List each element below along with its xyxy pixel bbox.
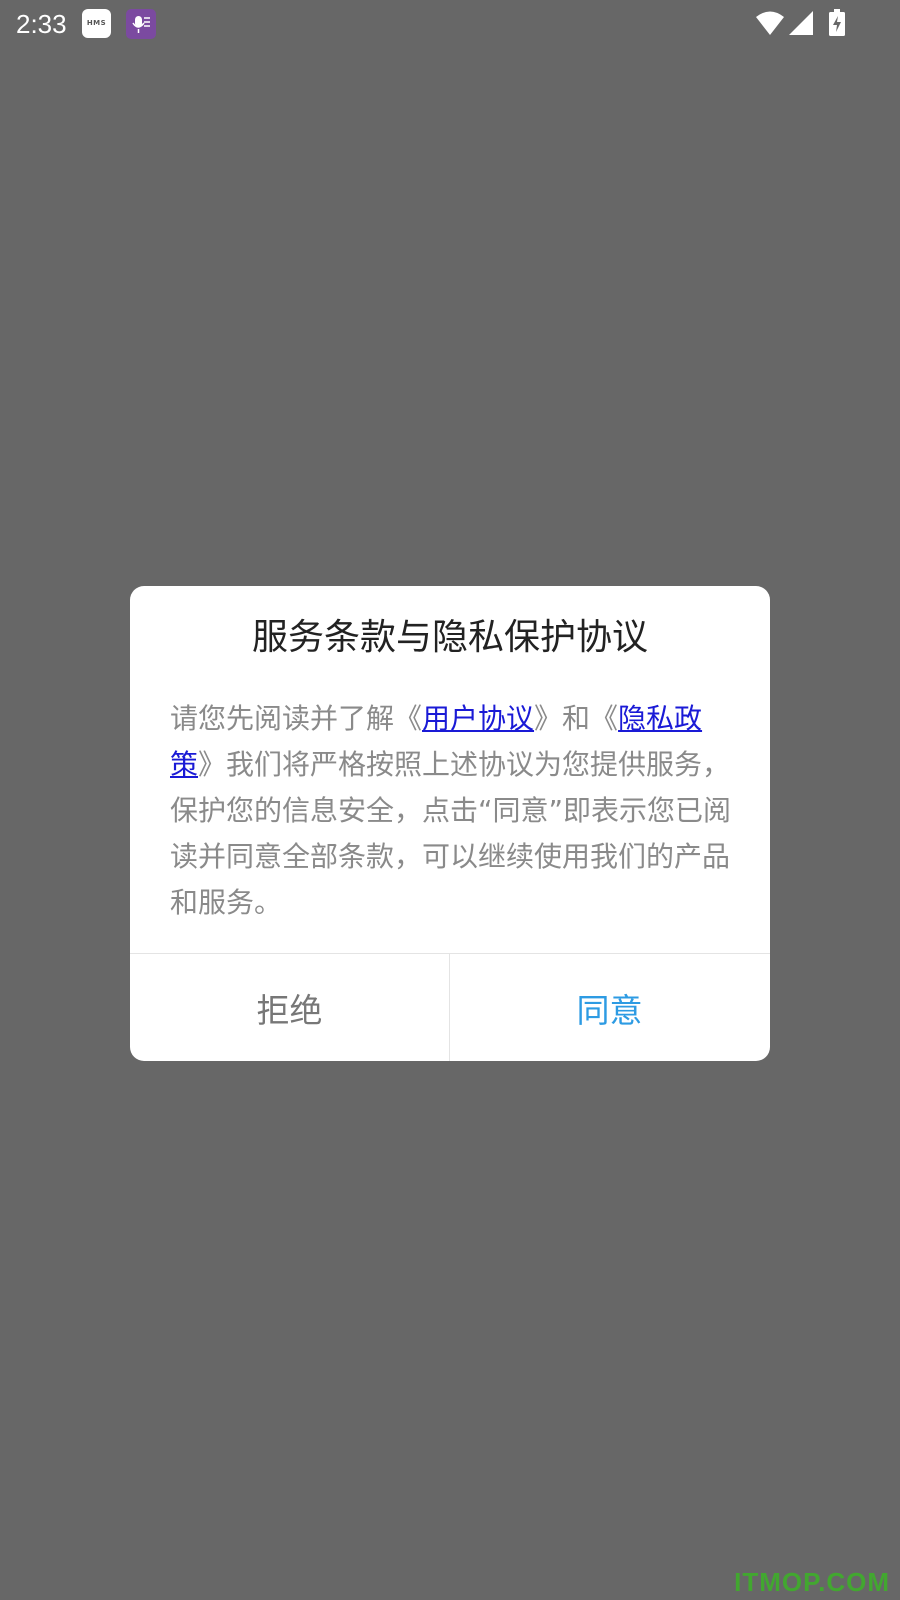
reject-button[interactable]: 拒绝 [130,954,449,1061]
status-time: 2:33 [16,9,67,39]
agree-button[interactable]: 同意 [450,954,769,1061]
watermark: ITMOP.COM [734,1567,890,1597]
dialog-title: 服务条款与隐私保护协议 [251,617,648,658]
body-text-2: 》和《 [534,702,619,735]
dialog-body: 请您先阅读并了解《用户协议》和《隐私政策》我们将严格按照上述协议为您提供服务，保… [170,696,742,926]
hms-icon: HMS [82,9,111,38]
status-bar: 2:33 HMS [0,0,900,48]
battery-charging-icon [828,9,846,41]
signal-icon [788,10,814,40]
voice-icon [126,9,156,39]
privacy-dialog: 服务条款与隐私保护协议 请您先阅读并了解《用户协议》和《隐私政策》我们将严格按照… [130,586,770,1061]
body-text-3: 》我们将严格按照上述协议为您提供服务，保护您的信息安全，点击“同意”即表示您已阅… [170,748,732,919]
user-agreement-link[interactable]: 用户协议 [422,702,534,735]
body-text-1: 请您先阅读并了解《 [170,702,423,735]
wifi-icon [755,10,785,40]
